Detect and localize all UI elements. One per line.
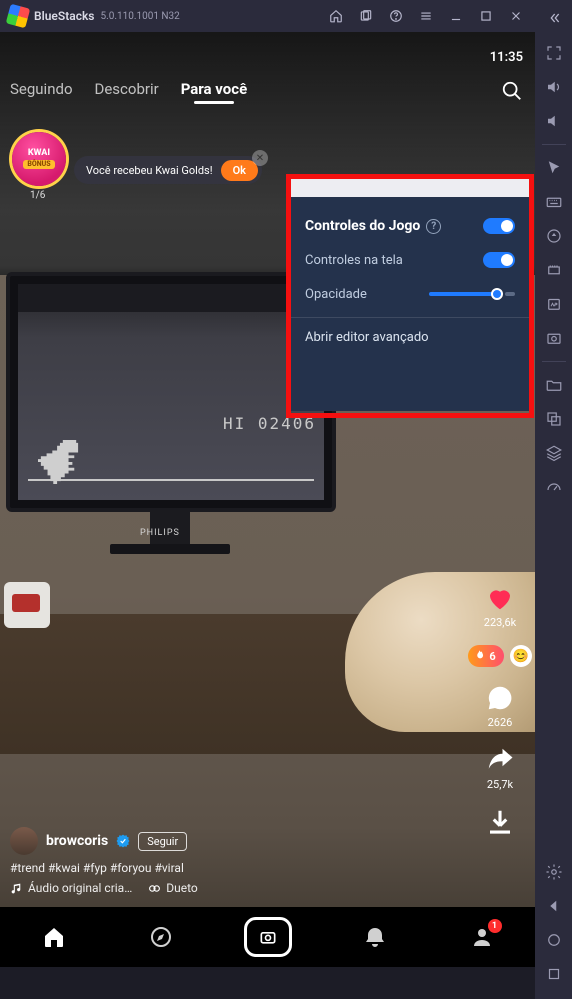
clone-icon[interactable] xyxy=(535,402,572,436)
minimize-button[interactable] xyxy=(441,0,471,32)
maximize-button[interactable] xyxy=(471,0,501,32)
tab-foryou[interactable]: Para você xyxy=(181,80,248,98)
home-button[interactable] xyxy=(321,0,351,32)
toast-close-button[interactable]: ✕ xyxy=(252,150,268,166)
tab-following[interactable]: Seguindo xyxy=(10,80,73,98)
layers-icon[interactable] xyxy=(535,436,572,470)
search-button[interactable] xyxy=(501,80,523,106)
nav-profile[interactable]: 1 xyxy=(458,913,506,961)
badge-line2: BÔNUS xyxy=(23,160,54,169)
dino-icon xyxy=(38,439,80,489)
help-button[interactable] xyxy=(381,0,411,32)
fire-pill[interactable]: 6 xyxy=(468,645,503,667)
bluestacks-logo-icon xyxy=(6,4,30,28)
status-time: 11:35 xyxy=(490,50,523,65)
tab-discover[interactable]: Descobrir xyxy=(95,80,159,98)
fullscreen-icon[interactable] xyxy=(535,36,572,70)
comment-button[interactable]: 2626 xyxy=(485,683,515,729)
comment-count: 2626 xyxy=(488,716,513,729)
username[interactable]: browcoris xyxy=(46,833,108,849)
like-button[interactable]: 223,6k xyxy=(484,583,516,629)
keyboard-icon[interactable] xyxy=(535,185,572,219)
dueto-link[interactable]: Dueto xyxy=(148,881,198,895)
share-count: 25,7k xyxy=(487,778,513,791)
emoji-reaction[interactable]: 😊 xyxy=(510,645,532,667)
hamburger-button[interactable] xyxy=(411,0,441,32)
bluestacks-sidebar xyxy=(535,0,572,999)
download-button[interactable] xyxy=(485,807,515,837)
monitor-brand: PHILIPS xyxy=(140,528,180,538)
bluestacks-titlebar: BlueStacks 5.0.110.1001 N32 xyxy=(0,0,535,32)
badge-counter: 1/6 xyxy=(30,190,45,201)
app-version: 5.0.110.1001 N32 xyxy=(100,11,179,22)
mug xyxy=(4,582,50,628)
share-button[interactable]: 25,7k xyxy=(485,745,515,791)
video-meta: browcoris Seguir #trend #kwai #fyp #fory… xyxy=(10,827,465,895)
nav-home-icon[interactable] xyxy=(535,923,572,957)
back-icon[interactable] xyxy=(535,889,572,923)
screenshot-icon[interactable] xyxy=(535,321,572,355)
settings-icon[interactable] xyxy=(535,855,572,889)
recents-button[interactable] xyxy=(351,0,381,32)
sync-icon[interactable] xyxy=(535,219,572,253)
folder-icon[interactable] xyxy=(535,368,572,402)
volume-down-icon[interactable] xyxy=(535,104,572,138)
audio-link[interactable]: Áudio original cria… xyxy=(10,881,132,895)
like-count: 223,6k xyxy=(484,616,516,629)
profile-badge: 1 xyxy=(488,919,502,933)
gauge-icon[interactable] xyxy=(535,470,572,504)
highlight-box xyxy=(286,174,534,418)
collapse-sidebar-button[interactable] xyxy=(535,6,572,30)
close-button[interactable] xyxy=(501,0,531,32)
app-title: BlueStacks xyxy=(34,9,94,23)
nav-inbox[interactable] xyxy=(351,913,399,961)
toast-text: Você recebeu Kwai Golds! xyxy=(86,164,213,177)
divider xyxy=(542,361,566,362)
avatar[interactable] xyxy=(10,827,38,855)
verified-icon xyxy=(116,834,130,848)
toast-ok-button[interactable]: Ok xyxy=(221,160,258,181)
gold-toast: Você recebeu Kwai Golds! Ok ✕ xyxy=(74,156,262,184)
memory-icon[interactable] xyxy=(535,253,572,287)
badge-line1: KWAI xyxy=(28,149,50,158)
bluestacks-bottom-strip xyxy=(0,967,535,999)
fire-count: 6 xyxy=(489,650,495,663)
nav-home[interactable] xyxy=(30,913,78,961)
divider xyxy=(542,144,566,145)
apk-icon[interactable] xyxy=(535,287,572,321)
follow-button[interactable]: Seguir xyxy=(138,832,187,851)
nav-recents-icon[interactable] xyxy=(535,957,572,991)
android-app-viewport: HI 02406 PHILIPS 11:35 Seguindo Descobri… xyxy=(0,32,535,967)
nav-camera[interactable] xyxy=(244,913,292,961)
bottom-nav: 1 xyxy=(0,907,535,967)
nav-explore[interactable] xyxy=(137,913,185,961)
volume-up-icon[interactable] xyxy=(535,70,572,104)
monitor-screen: HI 02406 xyxy=(18,284,324,500)
kwai-bonus-badge[interactable]: KWAI BÔNUS xyxy=(12,132,66,186)
feed-tabs: Seguindo Descobrir Para você xyxy=(10,80,247,98)
hashtags[interactable]: #trend #kwai #fyp #foryou #viral xyxy=(10,861,465,875)
cursor-icon[interactable] xyxy=(535,151,572,185)
video-actions: 223,6k 6 😊 2626 25,7k xyxy=(473,583,527,837)
